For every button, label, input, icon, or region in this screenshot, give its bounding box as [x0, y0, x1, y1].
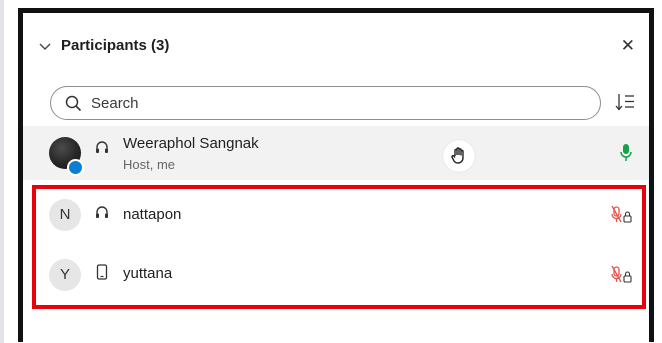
close-icon[interactable]: ✕	[621, 37, 635, 54]
status-badge	[67, 159, 84, 176]
participant-name: Weeraphol Sangnak	[123, 135, 259, 152]
raise-hand-button[interactable]	[443, 140, 475, 172]
raised-hand-icon	[451, 147, 464, 164]
participant-role: Host, me	[123, 157, 176, 172]
search-box[interactable]	[50, 86, 601, 120]
avatar: Y	[49, 259, 81, 291]
participant-row[interactable]: Y yuttana	[23, 245, 649, 303]
participant-name: yuttana	[123, 265, 173, 282]
avatar: N	[49, 199, 81, 231]
search-icon	[65, 95, 82, 112]
participants-panel: Participants (3) ✕ Weeraphol Sangnak Hos…	[18, 8, 654, 342]
sort-icon[interactable]	[615, 93, 635, 111]
headset-icon	[96, 141, 108, 153]
phone-icon	[96, 264, 108, 280]
panel-title: Participants (3)	[61, 37, 170, 54]
search-input[interactable]	[91, 93, 571, 113]
participant-name: nattapon	[123, 206, 182, 223]
panel-header: Participants (3) ✕	[23, 13, 649, 79]
chevron-down-icon[interactable]	[39, 43, 51, 51]
participant-row[interactable]: N nattapon	[23, 185, 649, 245]
headset-icon	[96, 206, 108, 218]
microphone-muted-locked-icon[interactable]	[611, 265, 633, 285]
microphone-muted-locked-icon[interactable]	[611, 205, 633, 225]
microphone-on-icon[interactable]	[619, 143, 633, 163]
participant-row-host[interactable]: Weeraphol Sangnak Host, me	[23, 126, 649, 180]
